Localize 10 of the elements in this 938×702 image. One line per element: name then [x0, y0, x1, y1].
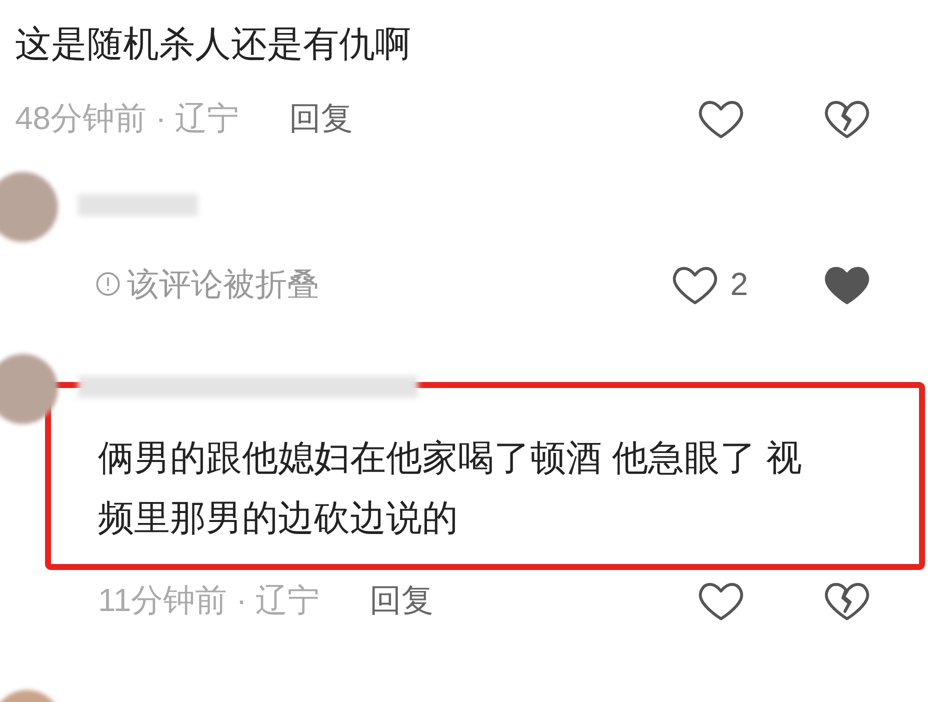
comment-meta: 11分钟前 · 辽宁: [98, 581, 320, 620]
info-icon: [95, 271, 121, 297]
reply-link[interactable]: 回复: [289, 94, 354, 142]
comment-meta: 48分钟前 · 辽宁: [15, 99, 240, 138]
like-count: 2: [730, 265, 748, 304]
comment-text: 俩男的跟他媳妇在他家喝了顿酒 他急眼了 视频里那男的边砍边说的: [45, 382, 925, 570]
avatar[interactable]: [0, 354, 58, 424]
folded-notice: 该评论被折叠: [127, 265, 319, 304]
reply-link[interactable]: 回复: [370, 576, 434, 624]
comment-text: 这是随机杀人还是有仇啊: [15, 22, 412, 66]
